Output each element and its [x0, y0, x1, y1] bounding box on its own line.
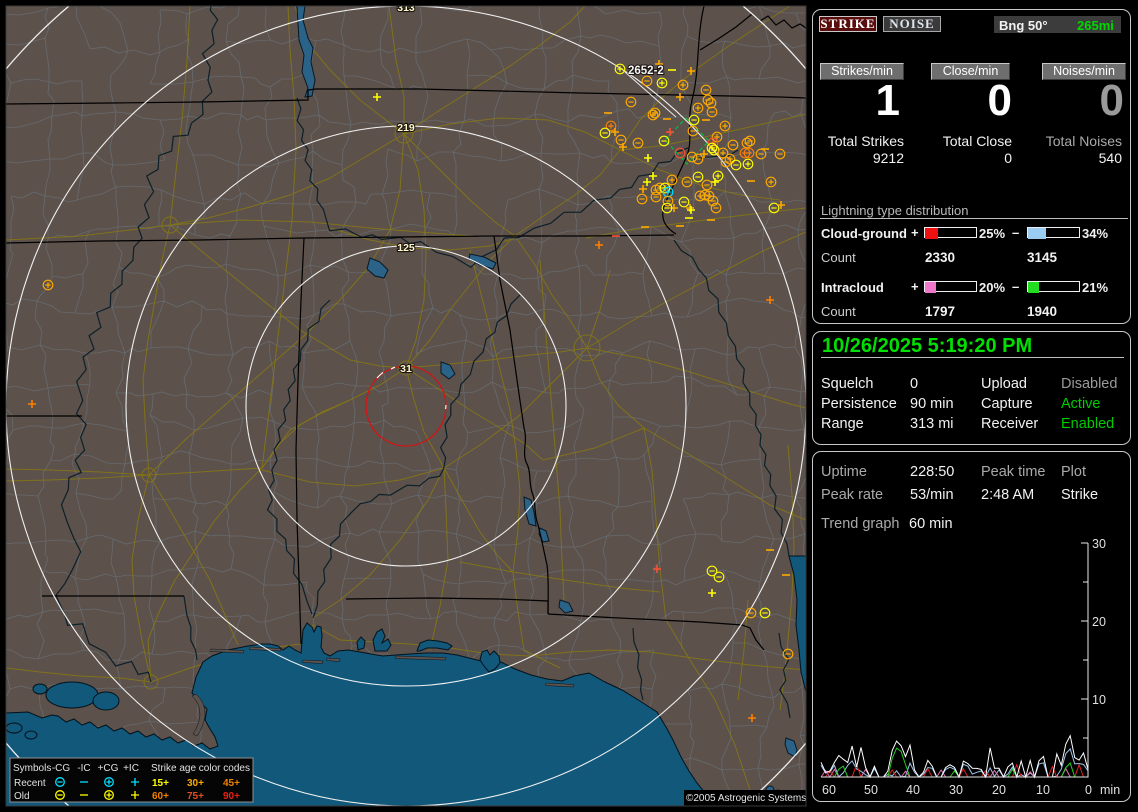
svg-text:10: 10	[1092, 693, 1106, 707]
svg-text:min: min	[1100, 783, 1120, 797]
svg-text:40: 40	[906, 783, 920, 797]
svg-text:30: 30	[1092, 537, 1106, 551]
svg-text:50: 50	[864, 783, 878, 797]
svg-text:30: 30	[949, 783, 963, 797]
svg-text:60: 60	[822, 783, 836, 797]
svg-text:20: 20	[992, 783, 1006, 797]
svg-text:0: 0	[1085, 783, 1092, 797]
svg-text:10: 10	[1036, 783, 1050, 797]
svg-text:20: 20	[1092, 615, 1106, 629]
